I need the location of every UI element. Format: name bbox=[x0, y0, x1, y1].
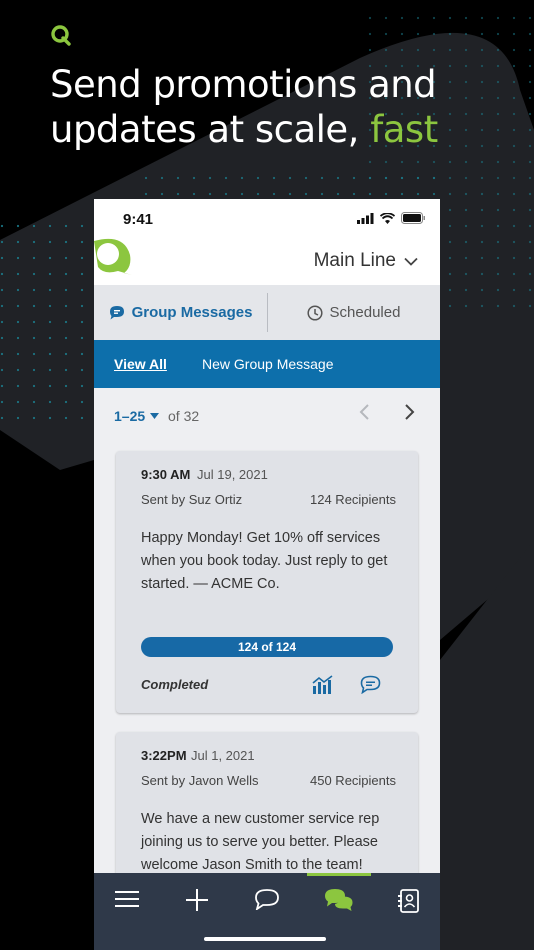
reply-chat-icon[interactable] bbox=[360, 675, 381, 694]
message-sender: Sent by Javon Wells bbox=[141, 773, 259, 788]
headline-line-2: updates at scale, fast bbox=[50, 107, 438, 152]
page-total: of 32 bbox=[168, 408, 200, 424]
delivery-progress-label: 124 of 124 bbox=[237, 640, 297, 654]
wifi-icon bbox=[380, 212, 395, 224]
view-all-link[interactable]: View All bbox=[114, 356, 167, 372]
chat-icon[interactable] bbox=[254, 888, 280, 910]
message-time: 9:30 AM bbox=[141, 467, 191, 482]
analytics-chart-icon[interactable] bbox=[312, 675, 334, 695]
line-selector[interactable]: Main Line bbox=[314, 250, 418, 272]
page-range-select[interactable]: 1–25 bbox=[114, 408, 160, 424]
new-group-message-link[interactable]: New Group Message bbox=[202, 356, 334, 372]
bottom-tab-bar bbox=[94, 873, 440, 950]
tab-divider bbox=[267, 293, 268, 332]
headline: Send promotions and updates at scale, fa… bbox=[50, 62, 438, 152]
message-body: Happy Monday! Get 10% off services when … bbox=[141, 530, 388, 592]
message-tabs: Group Messages Scheduled bbox=[94, 285, 440, 340]
app-logo-icon bbox=[94, 238, 132, 275]
message-time: 3:22PM bbox=[141, 748, 187, 763]
message-sender: Sent by Suz Ortiz bbox=[141, 492, 243, 507]
message-date: Jul 19, 2021 bbox=[197, 467, 268, 482]
phone-screen: 9:41 Main Line Group Messages Scheduled … bbox=[94, 199, 440, 950]
battery-icon bbox=[401, 212, 425, 224]
status-bar: 9:41 bbox=[94, 199, 440, 239]
tab-group-messages[interactable]: Group Messages bbox=[94, 285, 267, 340]
message-recipients: 124 Recipients bbox=[310, 492, 396, 507]
active-tab-indicator bbox=[307, 873, 371, 876]
line-selector-label: Main Line bbox=[313, 250, 396, 271]
signal-icon bbox=[357, 212, 374, 224]
group-subnav: View All New Group Message bbox=[94, 340, 440, 388]
page-range-label: 1–25 bbox=[114, 408, 146, 424]
home-indicator bbox=[204, 937, 326, 941]
clock-icon bbox=[306, 304, 323, 321]
tab-scheduled[interactable]: Scheduled bbox=[267, 285, 440, 340]
menu-icon[interactable] bbox=[114, 888, 140, 910]
status-icons bbox=[357, 212, 426, 224]
next-page-icon[interactable] bbox=[404, 403, 416, 421]
message-status: Completed bbox=[141, 677, 209, 692]
status-time: 9:41 bbox=[123, 211, 154, 228]
pagination: 1–25 of 32 bbox=[94, 388, 440, 446]
headline-accent-word: fast bbox=[370, 108, 438, 151]
message-date: Jul 1, 2021 bbox=[191, 748, 255, 763]
tab-scheduled-label: Scheduled bbox=[329, 304, 401, 321]
contacts-icon[interactable] bbox=[397, 888, 421, 914]
message-recipients: 450 Recipients bbox=[310, 773, 396, 788]
chat-bubble-icon bbox=[109, 306, 124, 320]
plus-icon[interactable] bbox=[185, 888, 209, 912]
previous-page-icon[interactable] bbox=[358, 403, 370, 421]
headline-line-2-text: updates at scale, bbox=[50, 108, 371, 151]
tab-group-messages-label: Group Messages bbox=[131, 304, 253, 321]
message-body: We have a new customer service rep joini… bbox=[141, 811, 380, 873]
group-chat-icon[interactable] bbox=[324, 888, 354, 912]
chevron-down-icon bbox=[404, 257, 418, 266]
caret-down-icon bbox=[150, 413, 160, 419]
delivery-progress-bar: 124 of 124 bbox=[141, 637, 393, 657]
brand-logo-icon bbox=[51, 25, 71, 46]
headline-line-1: Send promotions and bbox=[50, 63, 437, 106]
message-card[interactable]: 9:30 AM Jul 19, 2021 Sent by Suz Ortiz 1… bbox=[116, 451, 418, 713]
app-header: Main Line bbox=[94, 238, 440, 285]
